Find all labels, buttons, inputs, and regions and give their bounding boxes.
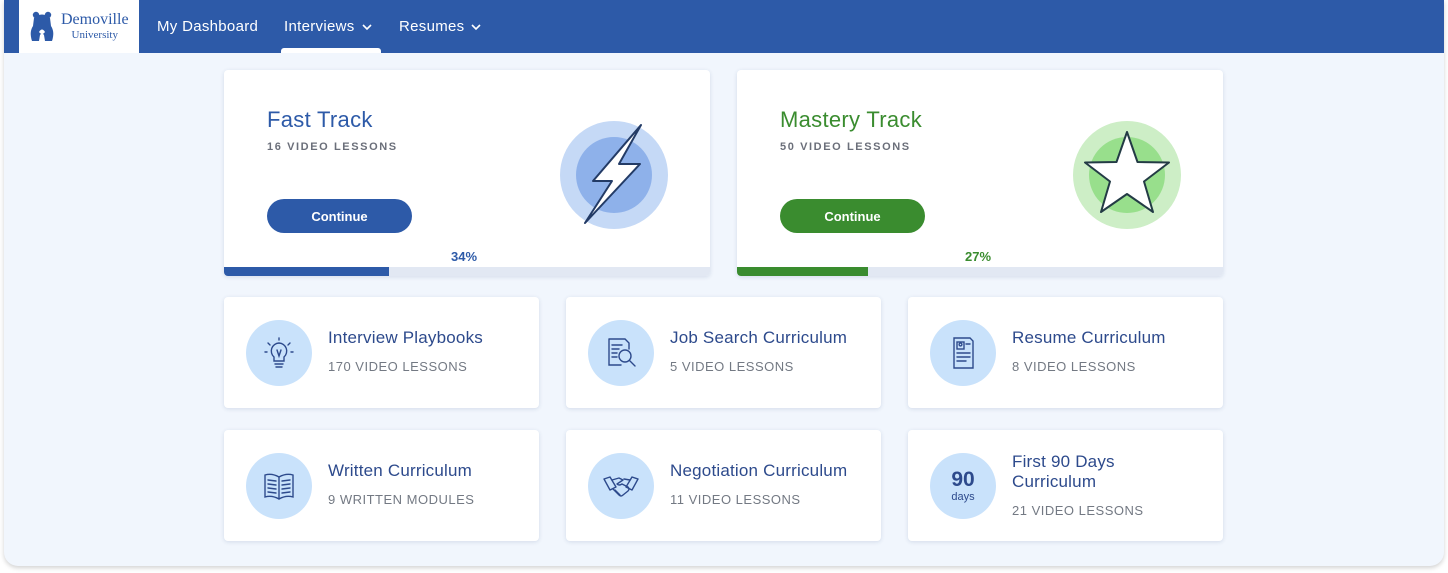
progress-percent: 27% bbox=[965, 249, 992, 264]
progress-bar bbox=[737, 267, 1223, 276]
nav-resumes-label: Resumes bbox=[399, 18, 465, 35]
curriculum-title: Job Search Curriculum bbox=[670, 328, 848, 347]
curriculum-count: 5 VIDEO LESSONS bbox=[670, 359, 794, 374]
logo-name: Demoville bbox=[61, 11, 129, 28]
continue-button[interactable]: Continue bbox=[267, 199, 412, 233]
curriculum-count: 170 VIDEO LESSONS bbox=[328, 359, 468, 374]
resume-icon bbox=[930, 320, 996, 386]
curriculum-card[interactable]: 90 days First 90 Days Curriculum 21 VIDE… bbox=[908, 430, 1223, 541]
bear-mascot-icon bbox=[30, 11, 54, 41]
track-lesson-count: 50 VIDEO LESSONS bbox=[780, 141, 911, 153]
chevron-down-icon bbox=[471, 23, 482, 30]
curriculum-card[interactable]: Negotiation Curriculum 11 VIDEO LESSONS bbox=[566, 430, 881, 541]
progress-percent: 34% bbox=[451, 249, 478, 264]
lightbulb-icon bbox=[246, 320, 312, 386]
curriculum-card[interactable]: Written Curriculum 9 WRITTEN MODULES bbox=[224, 430, 539, 541]
continue-button[interactable]: Continue bbox=[780, 199, 925, 233]
curriculum-count: 8 VIDEO LESSONS bbox=[1012, 359, 1136, 374]
curriculum-card[interactable]: Interview Playbooks 170 VIDEO LESSONS bbox=[224, 297, 539, 408]
90-days-icon: 90 days bbox=[930, 453, 996, 519]
handshake-icon bbox=[588, 453, 654, 519]
curriculum-title: Negotiation Curriculum bbox=[670, 461, 848, 480]
nav-interviews[interactable]: Interviews bbox=[284, 0, 372, 53]
nav-my-dashboard[interactable]: My Dashboard bbox=[157, 0, 258, 53]
days-badge-number: 90 bbox=[951, 467, 975, 491]
top-navbar: Demoville University My Dashboard Interv… bbox=[4, 0, 1444, 53]
curriculum-count: 21 VIDEO LESSONS bbox=[1012, 503, 1144, 518]
open-book-icon bbox=[246, 453, 312, 519]
star-icon bbox=[1073, 121, 1181, 229]
track-lesson-count: 16 VIDEO LESSONS bbox=[267, 141, 398, 153]
mastery-track-card[interactable]: Mastery Track 50 VIDEO LESSONS Continue … bbox=[737, 70, 1223, 276]
fast-track-card[interactable]: Fast Track 16 VIDEO LESSONS Continue 34% bbox=[224, 70, 710, 276]
document-search-icon bbox=[588, 320, 654, 386]
curriculum-count: 9 WRITTEN MODULES bbox=[328, 492, 475, 507]
curriculum-card[interactable]: Job Search Curriculum 5 VIDEO LESSONS bbox=[566, 297, 881, 408]
curriculum-card[interactable]: Resume Curriculum 8 VIDEO LESSONS bbox=[908, 297, 1223, 408]
progress-bar bbox=[224, 267, 710, 276]
active-tab-indicator bbox=[281, 48, 381, 53]
nav-my-dashboard-label: My Dashboard bbox=[157, 18, 259, 35]
lightning-bolt-icon bbox=[560, 121, 668, 229]
university-logo[interactable]: Demoville University bbox=[19, 0, 139, 53]
track-title: Fast Track bbox=[267, 107, 373, 132]
curriculum-title: Interview Playbooks bbox=[328, 328, 483, 347]
track-title: Mastery Track bbox=[780, 107, 923, 132]
curriculum-title: Written Curriculum bbox=[328, 461, 473, 480]
logo-subtitle: University bbox=[71, 29, 118, 41]
nav-interviews-label: Interviews bbox=[284, 18, 355, 35]
app-window: Demoville University My Dashboard Interv… bbox=[4, 0, 1444, 566]
curriculum-title: Resume Curriculum bbox=[1012, 328, 1166, 347]
days-badge-unit: days bbox=[951, 490, 975, 503]
chevron-down-icon bbox=[361, 23, 372, 30]
progress-bar-fill bbox=[224, 267, 390, 276]
nav-resumes[interactable]: Resumes bbox=[399, 0, 482, 53]
curriculum-title: First 90 Days Curriculum bbox=[1012, 452, 1115, 491]
curriculum-count: 11 VIDEO LESSONS bbox=[670, 492, 801, 507]
progress-bar-fill bbox=[737, 267, 869, 276]
